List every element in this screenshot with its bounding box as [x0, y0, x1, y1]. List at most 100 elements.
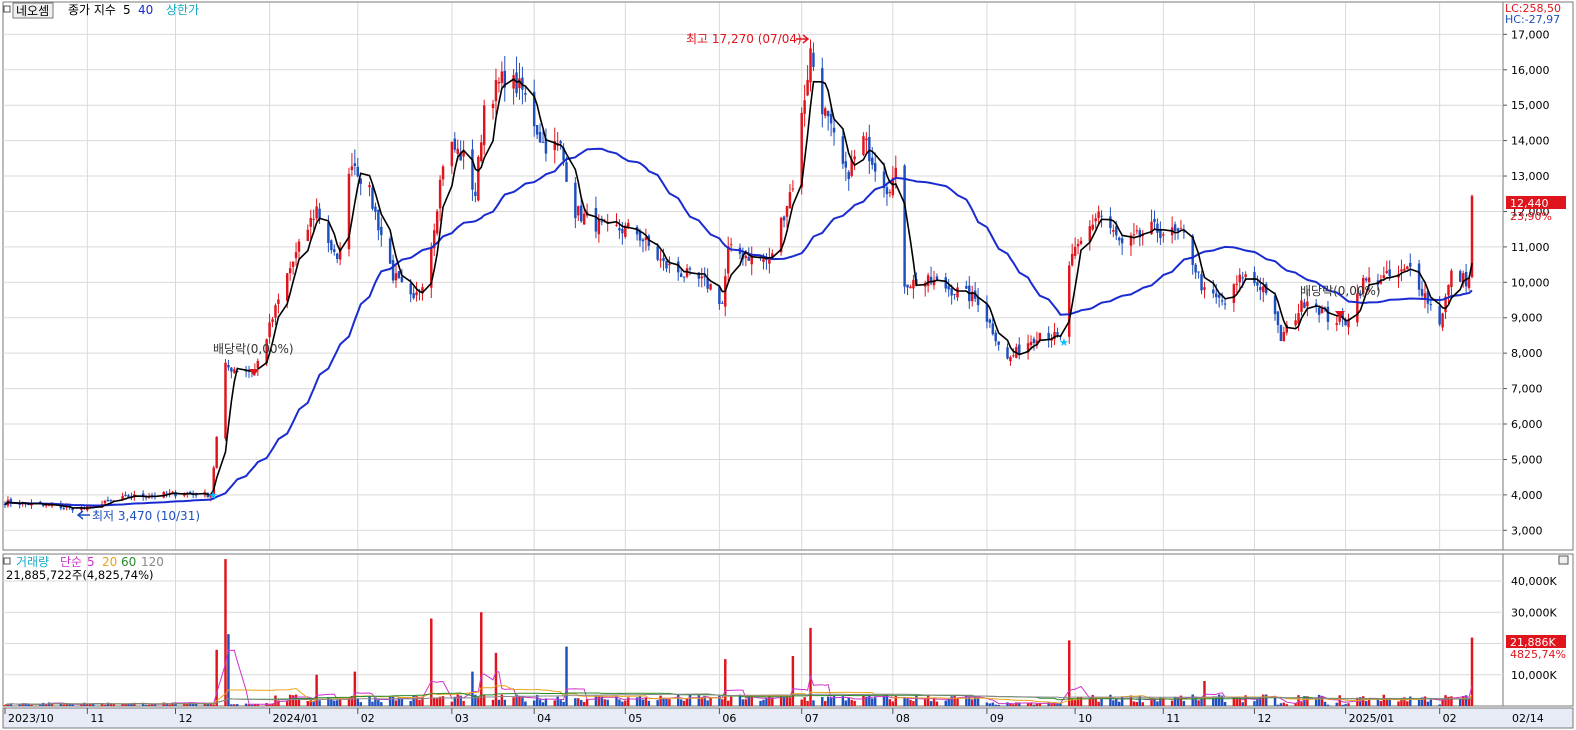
candle-body	[1282, 332, 1286, 342]
price-tick-label: 10,000	[1511, 276, 1550, 289]
volume-tick-label: 40,000K	[1511, 575, 1557, 588]
candle-body	[1400, 269, 1403, 272]
volume-bar	[1262, 694, 1265, 706]
candle-body	[791, 188, 795, 190]
candle-body	[1091, 224, 1094, 230]
candle-body	[327, 222, 330, 243]
candle-body	[785, 206, 789, 217]
candle-body	[1367, 277, 1371, 283]
volume-bar	[400, 698, 404, 706]
stock-chart[interactable]: 3,000 4,000 5,000 6,000 7,000 8,000 9,000 10,00…	[0, 0, 1576, 730]
candle-body	[397, 271, 401, 278]
volume-bar	[368, 696, 371, 706]
volume-bar	[556, 696, 559, 706]
candle-body	[597, 219, 601, 235]
candle-body	[482, 105, 486, 146]
volume-bar	[1382, 694, 1386, 706]
price-tag-value: 12,440	[1510, 197, 1549, 210]
candle-body	[1429, 304, 1433, 306]
candle-body	[729, 244, 733, 246]
volume-bar	[1035, 703, 1039, 706]
volume-bar	[62, 704, 66, 706]
candle-body	[491, 103, 495, 109]
candle-body	[1079, 240, 1083, 244]
candle-body	[480, 142, 483, 162]
price-tick-label: 15,000	[1511, 99, 1550, 112]
volume-bar	[512, 697, 515, 706]
volume-bar	[929, 701, 933, 706]
volume-bar	[306, 700, 310, 706]
candle-body	[885, 187, 889, 195]
candle-body	[1438, 305, 1441, 325]
volume-bar	[456, 694, 459, 706]
candle-body	[662, 257, 665, 262]
ma-short-value: 5	[123, 3, 131, 17]
candle-body	[829, 113, 833, 124]
volume-bar	[1235, 699, 1239, 706]
dividend-label-2: 배당락(0,00%)	[1300, 284, 1381, 298]
candle-body	[271, 319, 274, 323]
volume-bar	[371, 701, 374, 706]
volume-bar	[1429, 699, 1433, 706]
candle-body	[474, 191, 477, 196]
limit-up-marker: ★	[208, 489, 218, 502]
candle-body	[371, 187, 374, 209]
candle-body	[1094, 218, 1097, 222]
volume-bar	[1132, 701, 1136, 706]
volume-bar	[1317, 694, 1321, 706]
volume-bar	[1376, 699, 1380, 706]
candle-body	[1223, 303, 1227, 305]
volume-bar	[950, 696, 953, 706]
candle-body	[1262, 286, 1265, 293]
candle-body	[441, 166, 445, 180]
candle-body	[471, 149, 474, 190]
volume-bar	[862, 695, 865, 706]
candle-body	[380, 226, 383, 236]
candle-body	[494, 79, 498, 102]
price-tick-label: 11,000	[1511, 241, 1550, 254]
date-tick-label: 02	[1443, 712, 1457, 725]
volume-bar	[1191, 694, 1194, 706]
volume-bar	[765, 698, 768, 706]
date-tick-label: 11	[90, 712, 104, 725]
candle-body	[1173, 224, 1177, 231]
volume-bar	[150, 704, 154, 706]
candle-body	[871, 157, 874, 165]
price-tick-label: 4,000	[1511, 489, 1543, 502]
date-tick-label: 12	[179, 712, 193, 725]
volume-bar	[377, 700, 380, 706]
volume-bar	[850, 699, 853, 706]
volume-bar	[1279, 703, 1283, 706]
candle-body	[500, 71, 504, 83]
volume-bar	[873, 697, 877, 706]
price-panel-scroll-icon[interactable]	[1558, 555, 1569, 565]
volume-bar	[1300, 702, 1303, 706]
price-tick-label: 5,000	[1511, 453, 1543, 466]
volume-title: 거래량	[16, 555, 49, 569]
high-label: 최고 17,270 (07/04)	[686, 32, 802, 46]
candle-body	[1232, 284, 1236, 303]
candle-body	[821, 68, 824, 115]
candle-body	[450, 141, 454, 167]
volume-bar	[297, 699, 301, 706]
candle-body	[1197, 271, 1200, 273]
candle-body	[832, 127, 836, 133]
candle-body	[285, 273, 289, 301]
candle-body	[1117, 237, 1121, 241]
date-tick-label: 03	[455, 712, 469, 725]
candle-body	[409, 283, 412, 295]
candle-body	[1009, 357, 1012, 362]
candle-body	[1006, 347, 1009, 359]
candle-body	[294, 252, 298, 259]
volume-bar	[1253, 701, 1256, 706]
volume-bar	[891, 701, 895, 706]
volume-current: 21,885,722주(4,825,74%)	[6, 568, 154, 582]
candle-body	[412, 293, 415, 299]
candle-body	[1120, 238, 1124, 244]
candle-body	[1212, 289, 1215, 294]
volume-bar	[932, 697, 936, 706]
candle-body	[665, 260, 668, 269]
volume-bar	[147, 704, 151, 706]
volume-bar	[327, 697, 330, 706]
volume-bar	[18, 704, 21, 706]
